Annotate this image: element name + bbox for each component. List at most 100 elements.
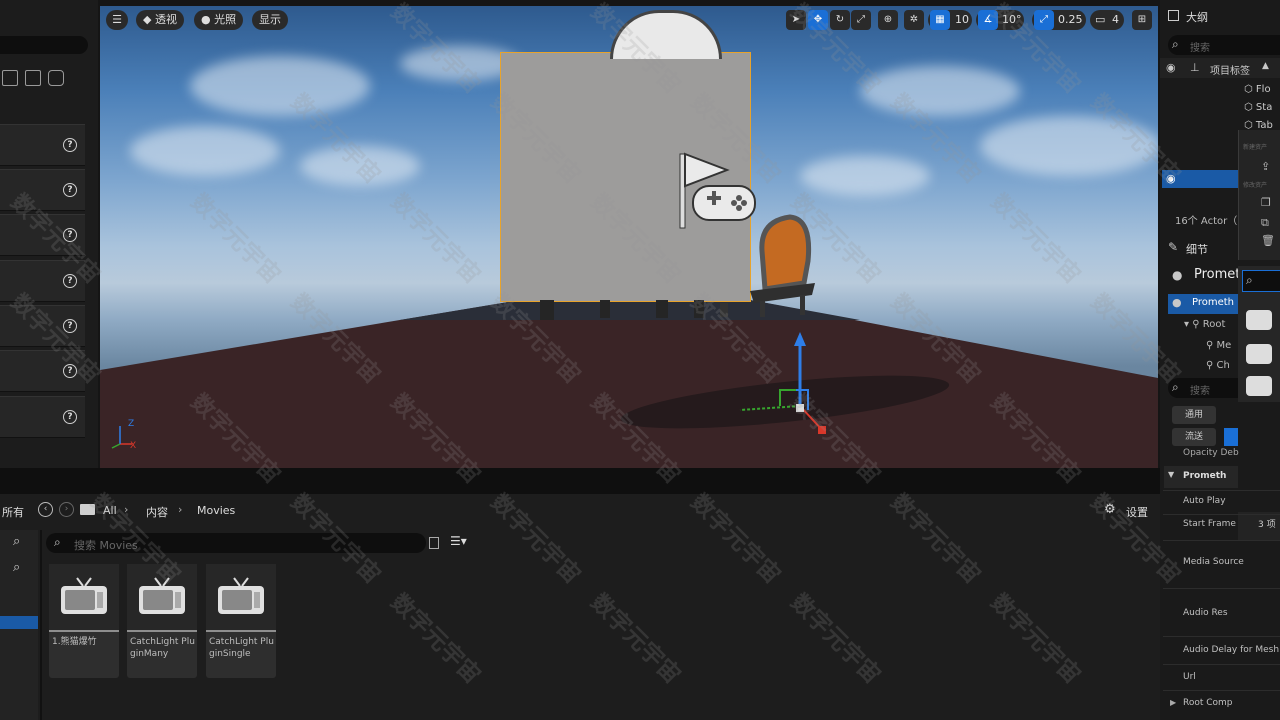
- translate-tool-button[interactable]: ✥: [808, 10, 828, 30]
- eye-icon[interactable]: ◉: [1166, 172, 1176, 185]
- filter-stream-button[interactable]: 流送: [1172, 428, 1216, 446]
- settings-button[interactable]: 设置: [1126, 504, 1148, 520]
- menu-button[interactable]: ☰: [106, 10, 128, 30]
- property-row[interactable]: ?: [0, 260, 85, 302]
- copy-icon[interactable]: ❐: [1261, 196, 1271, 209]
- asset-search-input[interactable]: ⌕ 搜索 Movies: [46, 533, 426, 553]
- camera-speed-value[interactable]: 4: [1112, 10, 1119, 30]
- outliner-search-input[interactable]: ⌕ 搜索: [1168, 35, 1280, 55]
- media-player-icon: [139, 577, 185, 614]
- pin-icon[interactable]: ⊥: [1190, 61, 1200, 74]
- breadcrumb-all-root[interactable]: 所有: [2, 504, 24, 520]
- selected-folder[interactable]: [0, 616, 38, 629]
- perspective-button[interactable]: ◆ 透视: [136, 10, 184, 30]
- help-icon[interactable]: ?: [63, 364, 77, 378]
- chevron-right-icon[interactable]: ▶: [1170, 698, 1176, 707]
- gear-icon[interactable]: ⚙: [1104, 502, 1116, 517]
- scale-snap-toggle[interactable]: ⤢: [1034, 10, 1054, 30]
- svg-text:Z: Z: [128, 419, 134, 429]
- filter-general-button[interactable]: 通用: [1172, 406, 1216, 424]
- cube-icon[interactable]: [2, 70, 18, 86]
- component-tree-item[interactable]: ⚲ Me: [1206, 340, 1231, 351]
- filter-active-indicator[interactable]: [1224, 428, 1238, 446]
- grid-snap-value[interactable]: 10: [955, 10, 969, 30]
- component-root-row[interactable]: ● Prometh: [1168, 294, 1238, 314]
- help-icon[interactable]: ?: [63, 183, 77, 197]
- picker-search-input[interactable]: ⌕: [1242, 270, 1280, 292]
- mesh-icon: ⚲: [1206, 340, 1217, 351]
- cylinder-icon[interactable]: [48, 70, 64, 86]
- breadcrumb-all[interactable]: All: [103, 504, 117, 517]
- globe-icon: ⊕: [883, 14, 893, 25]
- duplicate-icon[interactable]: ⧉: [1261, 216, 1269, 230]
- asset-tile[interactable]: CatchLight PluginSingle: [206, 564, 276, 678]
- asset-tile[interactable]: CatchLight PluginMany: [127, 564, 197, 678]
- chevron-right-icon: ›: [124, 503, 129, 516]
- import-icon[interactable]: ⇪: [1261, 160, 1270, 173]
- details-search-input[interactable]: ⌕ 搜索: [1168, 378, 1238, 398]
- property-root-comp: Root Comp: [1183, 698, 1233, 708]
- property-row[interactable]: ?: [0, 350, 85, 392]
- select-tool-button[interactable]: ➤: [786, 10, 806, 30]
- scale-snap-value[interactable]: 0.25: [1058, 10, 1083, 30]
- search-icon: ⌕: [1172, 380, 1179, 394]
- help-icon[interactable]: ?: [63, 319, 77, 333]
- lighting-button[interactable]: ● 光照: [194, 10, 244, 30]
- scale-tool-button[interactable]: ⤢: [851, 10, 871, 30]
- details-object-name: Promet: [1194, 267, 1241, 282]
- outliner-item[interactable]: ⬡ Sta: [1244, 102, 1272, 113]
- sort-up-icon[interactable]: ▲: [1262, 61, 1269, 71]
- media-player-icon[interactable]: [1246, 310, 1272, 330]
- outliner-selected-row[interactable]: ◉: [1162, 170, 1242, 188]
- asset-tile[interactable]: 1.熊猫爆竹: [49, 564, 119, 678]
- level-viewport[interactable]: Z X ☰ ◆ 透视 ● 光照 显示 ➤ ✥ ↻ ⤢ ⊕ ✲ ▦ 10 ∡ 10…: [100, 6, 1158, 468]
- camera-icon: ▭: [1095, 13, 1106, 26]
- move-icon: ✥: [813, 14, 823, 25]
- property-media-source: Media Source: [1183, 557, 1244, 567]
- rotation-snap-toggle[interactable]: ∡: [978, 10, 998, 30]
- layout-button[interactable]: ⊞: [1132, 10, 1152, 30]
- sound-source: [610, 10, 722, 59]
- scale-snap-icon: ⤢: [1040, 14, 1048, 25]
- transform-gizmo[interactable]: [720, 324, 840, 444]
- chair-mesh[interactable]: [720, 211, 820, 321]
- eye-icon[interactable]: ◉: [1166, 61, 1176, 74]
- world-space-button[interactable]: ⊕: [878, 10, 898, 30]
- left-search-input[interactable]: [0, 36, 88, 54]
- grid-snap-toggle[interactable]: ▦: [930, 10, 950, 30]
- property-row[interactable]: ?: [0, 305, 85, 347]
- media-player-icon[interactable]: [1246, 344, 1272, 364]
- component-tree-item[interactable]: ▾ ⚲ Root: [1184, 319, 1225, 330]
- breadcrumb-movies[interactable]: Movies: [197, 504, 235, 517]
- back-icon[interactable]: ‹: [38, 502, 53, 517]
- trash-icon[interactable]: 🗑: [1261, 234, 1275, 247]
- section-header[interactable]: ▼ Prometh: [1164, 466, 1238, 488]
- search-icon[interactable]: ⌕: [13, 560, 20, 575]
- forward-icon[interactable]: ›: [59, 502, 74, 517]
- property-row[interactable]: ?: [0, 124, 85, 166]
- media-player-icon[interactable]: [1246, 376, 1272, 396]
- save-search-icon[interactable]: [429, 537, 439, 549]
- property-row[interactable]: ?: [0, 169, 85, 211]
- rotate-tool-button[interactable]: ↻: [830, 10, 850, 30]
- rotation-snap-value[interactable]: 10°: [1002, 10, 1022, 30]
- property-auto-play: Auto Play: [1183, 496, 1226, 506]
- details-title: 细节: [1186, 243, 1208, 256]
- help-icon[interactable]: ?: [63, 274, 77, 288]
- search-icon: ⌕: [1246, 273, 1253, 287]
- box-icon[interactable]: [25, 70, 41, 86]
- property-audio-delay: Audio Delay for Mesh: [1183, 645, 1280, 655]
- property-row[interactable]: ?: [0, 214, 85, 256]
- component-tree-item[interactable]: ⚲ Ch: [1206, 360, 1230, 371]
- filter-icon[interactable]: ☰▾: [450, 534, 467, 548]
- breadcrumb-content[interactable]: 内容: [146, 504, 168, 520]
- property-row[interactable]: ?: [0, 396, 85, 438]
- help-icon[interactable]: ?: [63, 228, 77, 242]
- help-icon[interactable]: ?: [63, 410, 77, 424]
- show-button[interactable]: 显示: [252, 10, 288, 30]
- outliner-item[interactable]: ⬡ Flo: [1244, 84, 1271, 95]
- search-icon[interactable]: ⌕: [13, 534, 20, 549]
- surface-snap-button[interactable]: ✲: [904, 10, 924, 30]
- floor-plane: [100, 300, 1158, 468]
- help-icon[interactable]: ?: [63, 138, 77, 152]
